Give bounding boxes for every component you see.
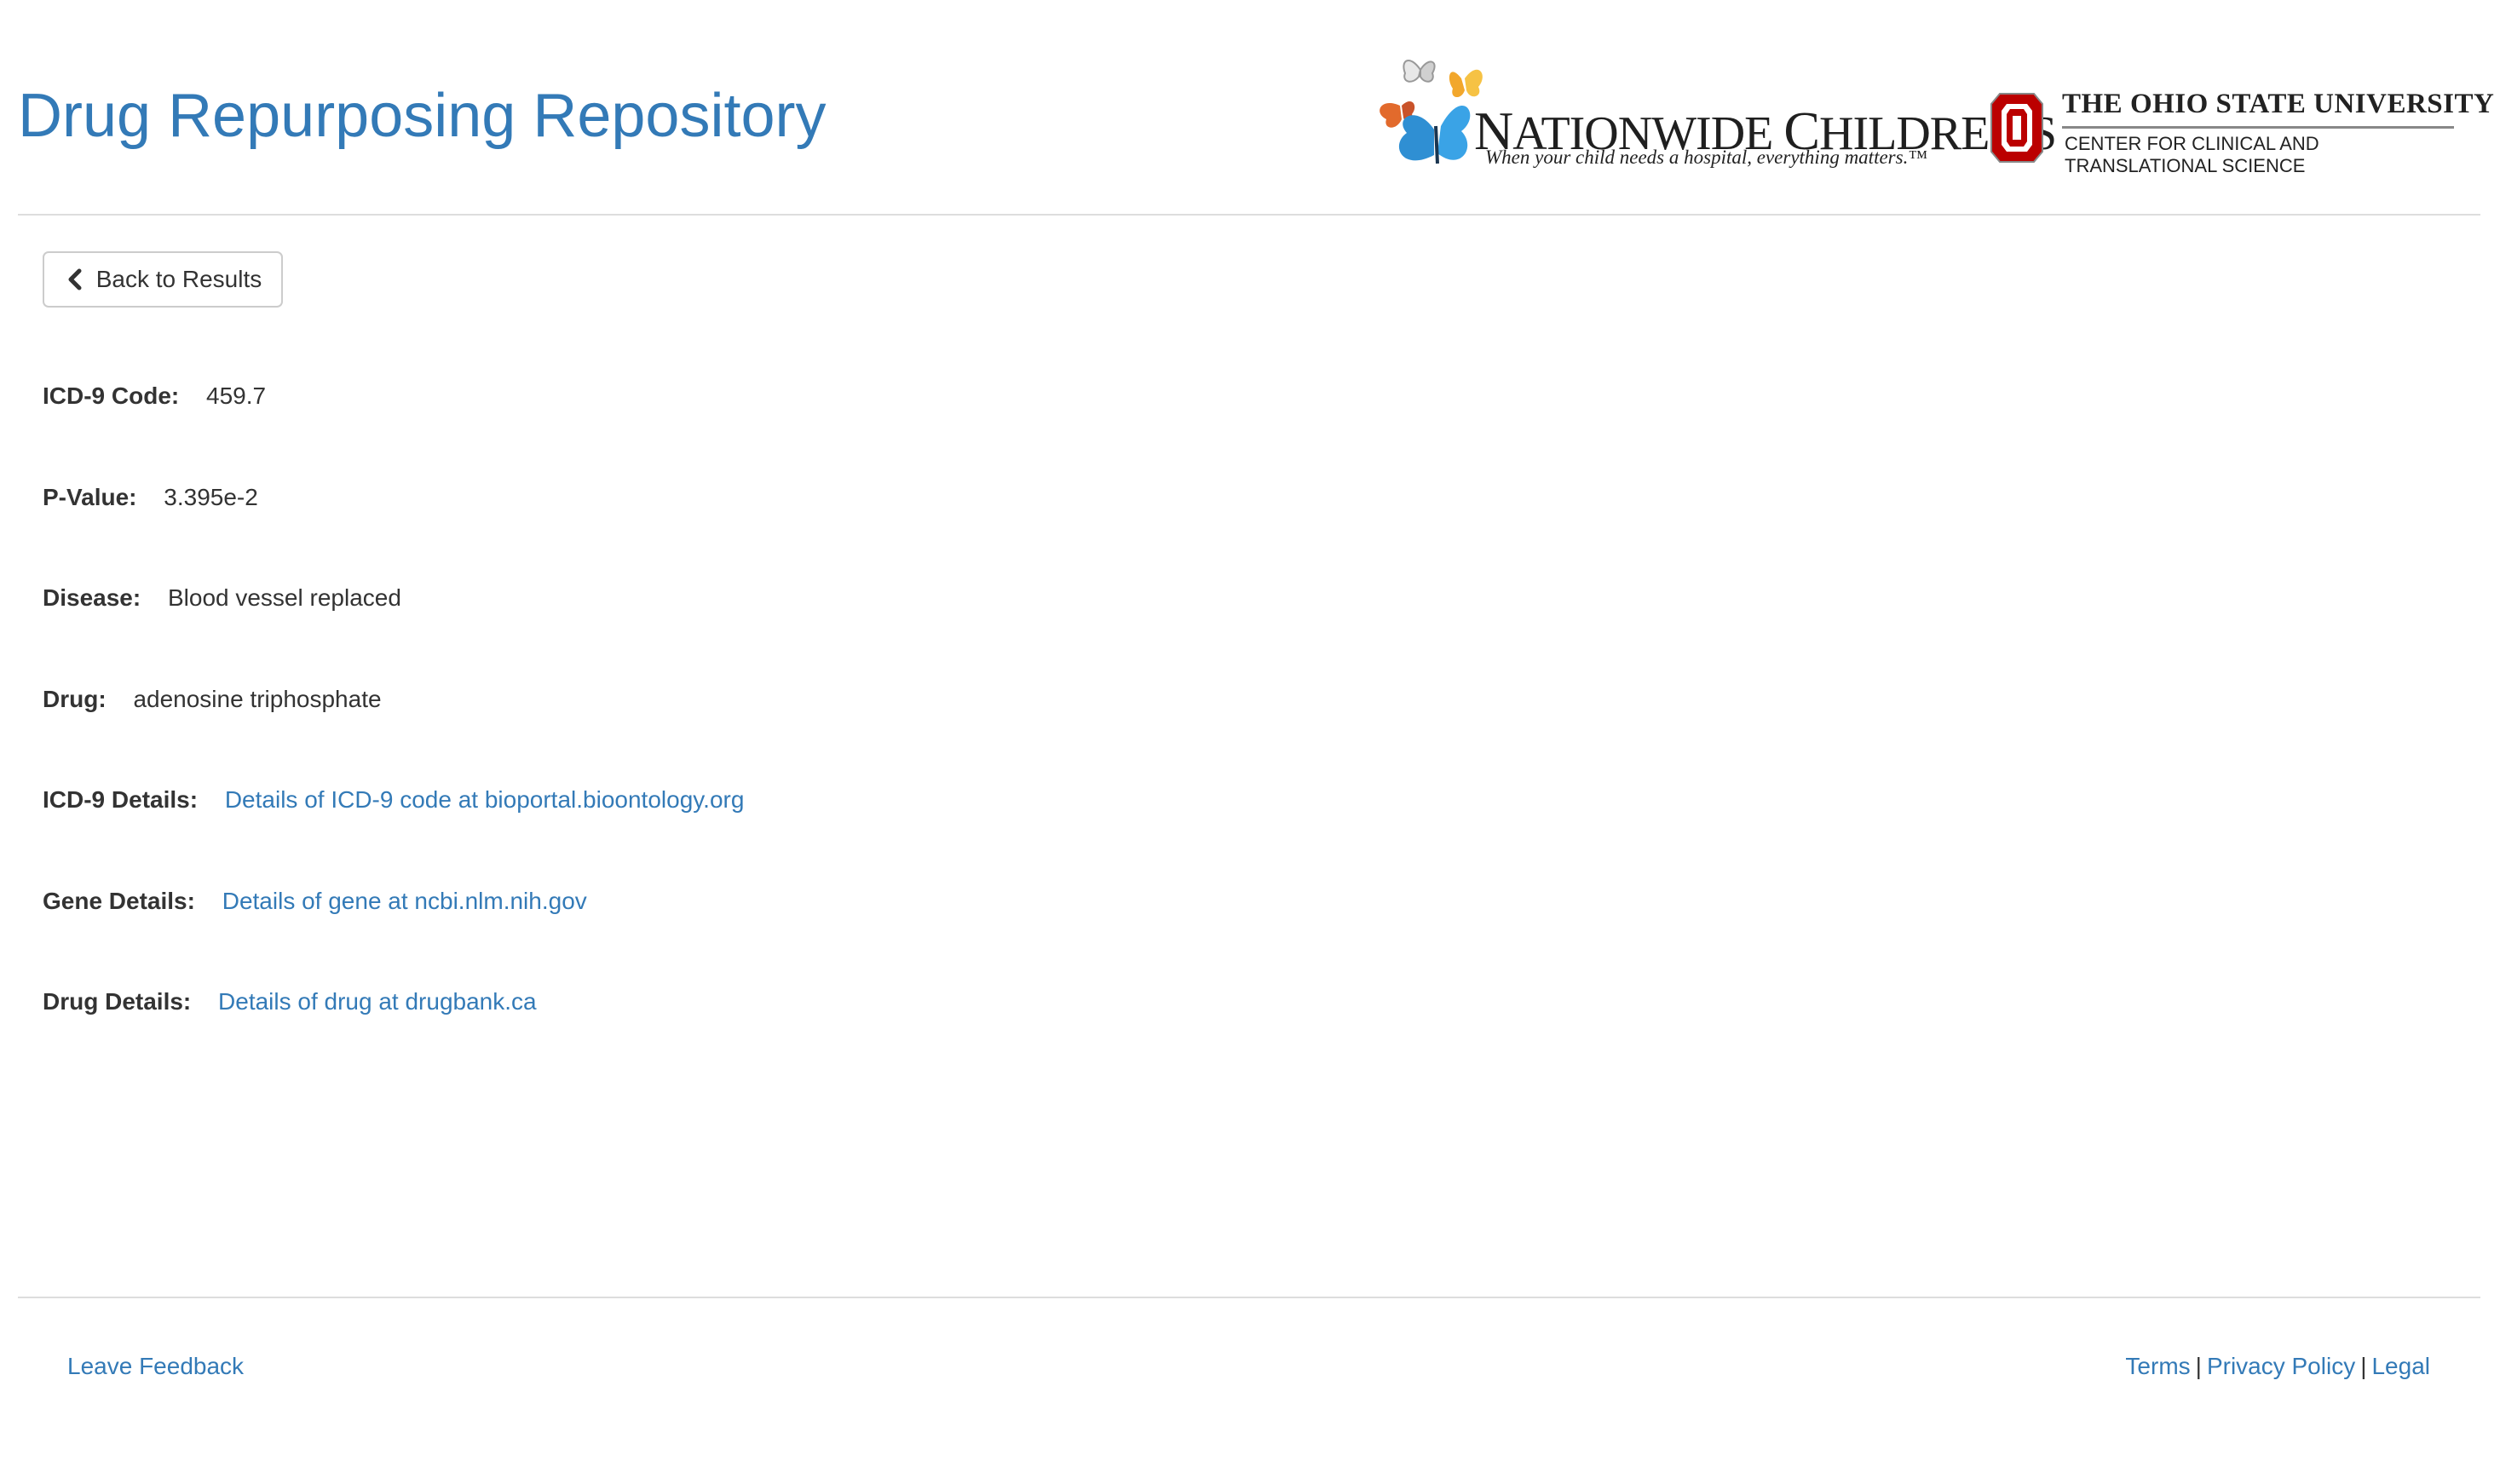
block-o-icon xyxy=(1990,93,2043,163)
ohio-state-university-logo[interactable]: THE OHIO STATE UNIVERSITY CENTER FOR CLI… xyxy=(1990,85,2494,187)
drug-label: Drug: xyxy=(43,685,107,712)
icd9-details-link[interactable]: Details of ICD-9 code at bioportal.bioon… xyxy=(225,786,745,813)
back-to-results-button[interactable]: Back to Results xyxy=(43,251,283,308)
disease-label: Disease: xyxy=(43,584,141,611)
drug-value: adenosine triphosphate xyxy=(133,685,382,712)
details-list: ICD-9 Code: 459.7 P-Value: 3.395e-2 Dise… xyxy=(43,379,744,1086)
privacy-policy-link[interactable]: Privacy Policy xyxy=(2207,1353,2355,1379)
icd9-code-value: 459.7 xyxy=(206,383,267,409)
drug-details-link[interactable]: Details of drug at drugbank.ca xyxy=(218,988,537,1015)
detail-row-drug: Drug: adenosine triphosphate xyxy=(43,682,744,784)
footer-links: Terms | Privacy Policy | Legal xyxy=(2125,1349,2430,1383)
osu-name: THE OHIO STATE UNIVERSITY xyxy=(2062,89,2495,119)
icd9-code-label: ICD-9 Code: xyxy=(43,383,180,409)
gene-details-link[interactable]: Details of gene at ncbi.nlm.nih.gov xyxy=(222,888,587,914)
osu-subtitle-line1: CENTER FOR CLINICAL AND xyxy=(2065,133,2319,154)
osu-subtitle: CENTER FOR CLINICAL AND TRANSLATIONAL SC… xyxy=(2065,133,2319,177)
osu-subtitle-line2: TRANSLATIONAL SCIENCE xyxy=(2065,155,2306,176)
footer-divider xyxy=(18,1297,2480,1298)
detail-row-gene-details: Gene Details: Details of gene at ncbi.nl… xyxy=(43,884,744,986)
header-divider xyxy=(18,214,2480,216)
footer-separator: | xyxy=(2195,1353,2202,1379)
nationwide-childrens-tagline: When your child needs a hospital, everyt… xyxy=(1485,147,1927,168)
detail-row-icd9-code: ICD-9 Code: 459.7 xyxy=(43,379,744,480)
detail-row-drug-details: Drug Details: Details of drug at drugban… xyxy=(43,985,744,1086)
site-title[interactable]: Drug Repurposing Repository xyxy=(18,85,826,147)
gene-details-label: Gene Details: xyxy=(43,887,195,914)
legal-link[interactable]: Legal xyxy=(2371,1353,2430,1379)
detail-row-icd9-details: ICD-9 Details: Details of ICD-9 code at … xyxy=(43,783,744,884)
chevron-left-icon xyxy=(68,268,82,290)
nationwide-childrens-logo[interactable]: NATIONWIDE CHILDREN'S When your child ne… xyxy=(1368,44,2057,181)
detail-row-p-value: P-Value: 3.395e-2 xyxy=(43,480,744,582)
icd9-details-label: ICD-9 Details: xyxy=(43,786,199,813)
osu-divider xyxy=(2062,126,2454,129)
leave-feedback-link[interactable]: Leave Feedback xyxy=(67,1349,244,1383)
disease-value: Blood vessel replaced xyxy=(167,584,401,611)
detail-row-disease: Disease: Blood vessel replaced xyxy=(43,581,744,682)
drug-details-label: Drug Details: xyxy=(43,988,192,1015)
p-value-value: 3.395e-2 xyxy=(164,483,258,510)
p-value-label: P-Value: xyxy=(43,483,137,510)
back-to-results-label: Back to Results xyxy=(95,266,262,292)
terms-link[interactable]: Terms xyxy=(2125,1353,2190,1379)
footer-separator: | xyxy=(2360,1353,2367,1379)
